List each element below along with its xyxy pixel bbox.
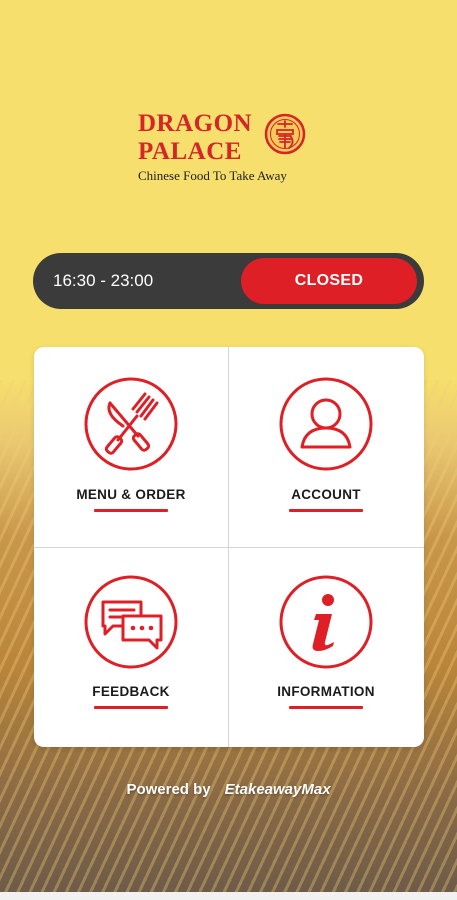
information-tile[interactable]: INFORMATION [229, 548, 423, 747]
knife-fork-icon [84, 377, 178, 471]
status-badge: CLOSED [241, 258, 417, 304]
powered-by-brand[interactable]: EtakeawayMax [225, 781, 331, 798]
account-underline [289, 509, 363, 512]
information-label: INFORMATION [277, 684, 375, 699]
account-label: ACCOUNT [291, 487, 361, 502]
menu-order-label: MENU & ORDER [76, 487, 186, 502]
opening-hours-bar: 16:30 - 23:00 CLOSED [33, 253, 424, 309]
user-icon [279, 377, 373, 471]
logo-tagline: Chinese Food To Take Away [138, 168, 287, 183]
dragon-seal-icon [264, 113, 306, 155]
restaurant-logo: DRAGON PALACE Chinese Food To Take Away [138, 110, 338, 190]
feedback-underline [94, 706, 168, 709]
information-underline [289, 706, 363, 709]
powered-by-footer: Powered by EtakeawayMax [0, 781, 457, 798]
bottom-strip [0, 892, 457, 900]
info-icon [279, 575, 373, 669]
powered-by-text: Powered by [126, 781, 211, 798]
menu-order-underline [94, 509, 168, 512]
menu-order-tile[interactable]: MENU & ORDER [34, 347, 228, 547]
feedback-label: FEEDBACK [92, 684, 170, 699]
feedback-tile[interactable]: FEEDBACK [34, 548, 228, 747]
main-menu-grid: MENU & ORDER ACCOUNT FEEDBACK INFORMATIO… [34, 347, 424, 747]
chat-bubbles-icon [84, 575, 178, 669]
logo-line-1: DRAGON [138, 110, 253, 137]
logo-line-2: PALACE [138, 138, 242, 165]
opening-hours-text: 16:30 - 23:00 [53, 271, 154, 290]
account-tile[interactable]: ACCOUNT [229, 347, 423, 547]
